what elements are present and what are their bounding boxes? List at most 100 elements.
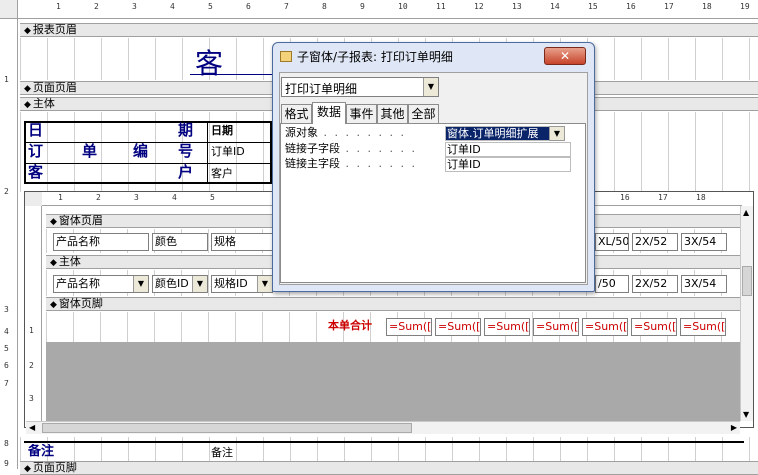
- subform-horizontal-scrollbar[interactable]: ◀ ▶: [26, 421, 740, 434]
- tab-all[interactable]: 全部: [408, 104, 439, 123]
- dropdown-arrow-icon[interactable]: ▼: [549, 126, 565, 141]
- label-ri[interactable]: 日: [26, 122, 43, 138]
- detail-field-xl[interactable]: /50: [595, 275, 629, 293]
- object-selector[interactable]: 打印订单明细 ▼: [281, 77, 439, 97]
- table-line: [207, 121, 208, 184]
- dropdown-arrow-icon[interactable]: ▼: [133, 276, 148, 292]
- label-bian[interactable]: 编: [131, 143, 148, 159]
- sum-field-3[interactable]: =Sum([M: [484, 318, 530, 336]
- ruler-mark: 5: [208, 2, 213, 11]
- chevron-down-icon[interactable]: ▼: [423, 78, 438, 96]
- ruler-mark: 18: [696, 193, 706, 202]
- ruler-mark: 3: [132, 2, 137, 11]
- footer-total-label[interactable]: 本单合计: [326, 318, 372, 334]
- page-footer-bar[interactable]: ◆ 页面页脚: [20, 461, 758, 475]
- notes-line: [24, 441, 744, 443]
- ruler-mark: 12: [474, 2, 484, 11]
- ruler-mark: 2: [96, 193, 101, 202]
- tab-other[interactable]: 其他: [377, 104, 408, 123]
- left-ruler: 123456789: [0, 19, 18, 469]
- sum-field-6[interactable]: =Sum([2: [631, 318, 677, 336]
- header-label-xl[interactable]: XL/50: [595, 233, 629, 251]
- customer-field[interactable]: 客户: [209, 166, 233, 182]
- ruler-mark: 3: [134, 193, 139, 202]
- label-qi[interactable]: 期: [176, 122, 193, 138]
- scroll-thumb[interactable]: [42, 423, 412, 433]
- ruler-mark: 10: [398, 2, 408, 11]
- sum-field-7[interactable]: =Sum([3: [680, 318, 726, 336]
- dropdown-arrow-icon[interactable]: ▼: [257, 276, 272, 292]
- ruler-mark: 13: [512, 2, 522, 11]
- detail-field-color[interactable]: 颜色ID ▼: [152, 275, 208, 293]
- ruler-mark: 4: [172, 193, 177, 202]
- tab-format[interactable]: 格式: [281, 104, 312, 123]
- ruler-mark: 17: [664, 2, 674, 11]
- header-label-2x[interactable]: 2X/52: [632, 233, 678, 251]
- scroll-left-icon[interactable]: ◀: [29, 423, 35, 432]
- sum-field-2[interactable]: =Sum([S: [435, 318, 481, 336]
- section-arrow-icon: ◆: [24, 84, 31, 94]
- header-label-size[interactable]: 规格: [211, 233, 273, 251]
- detail-field-size[interactable]: 规格ID ▼: [211, 275, 273, 293]
- header-label-3x[interactable]: 3X/54: [681, 233, 727, 251]
- prop-row-link-child[interactable]: 链接子字段 . . . . . . .: [285, 142, 417, 157]
- scroll-right-icon[interactable]: ▶: [731, 423, 737, 432]
- ruler-mark: 17: [658, 193, 668, 202]
- report-header-title[interactable]: 客: [195, 42, 223, 82]
- close-icon[interactable]: ✕: [544, 47, 586, 65]
- ruler-mark: 16: [626, 2, 636, 11]
- scroll-up-icon[interactable]: ▲: [743, 208, 749, 217]
- table-line: [24, 163, 272, 164]
- detail-field-3x[interactable]: 3X/54: [681, 275, 727, 293]
- ruler-mark: 11: [436, 2, 446, 11]
- section-arrow-icon: ◆: [24, 26, 31, 36]
- ruler-mark: 5: [210, 193, 215, 202]
- scroll-thumb[interactable]: [742, 266, 752, 296]
- sum-field-4[interactable]: =Sum([L: [533, 318, 579, 336]
- ruler-mark: 16: [620, 193, 630, 202]
- prop-row-link-master[interactable]: 链接主字段 . . . . . . .: [285, 157, 417, 172]
- source-object-value[interactable]: 窗体.订单明细扩展: [445, 126, 555, 141]
- subform-left-ruler: 123: [25, 206, 42, 421]
- date-field[interactable]: 日期: [209, 123, 233, 139]
- link-child-value[interactable]: 订单ID: [445, 142, 571, 157]
- section-arrow-icon: ◆: [24, 100, 31, 110]
- detail-field-2x[interactable]: 2X/52: [632, 275, 678, 293]
- ruler-mark: 18: [702, 2, 712, 11]
- ruler-mark: 4: [170, 2, 175, 11]
- order-id-field[interactable]: 订单ID: [209, 144, 245, 160]
- label-dan[interactable]: 单: [80, 143, 97, 159]
- notes-field[interactable]: 备注: [209, 445, 233, 461]
- prop-row-source-object[interactable]: 源对象 . . . . . . . .: [285, 126, 406, 141]
- sum-field-1[interactable]: =Sum([手: [386, 318, 432, 336]
- link-master-value[interactable]: 订单ID: [445, 157, 571, 172]
- section-arrow-icon: ◆: [50, 217, 57, 227]
- property-list: 源对象 . . . . . . . . 窗体.订单明细扩展 ▼ 链接子字段 . …: [280, 123, 586, 283]
- tab-event[interactable]: 事件: [346, 104, 377, 123]
- label-hao[interactable]: 号: [176, 143, 193, 159]
- ruler-mark: 1: [58, 193, 63, 202]
- detail-field-product[interactable]: 产品名称 ▼: [53, 275, 149, 293]
- scroll-down-icon[interactable]: ▼: [743, 410, 749, 419]
- ruler-mark: 9: [360, 2, 365, 11]
- header-label-color[interactable]: 颜色: [152, 233, 208, 251]
- ruler-mark: 1: [56, 2, 61, 11]
- subform-ruler-corner: [25, 192, 42, 206]
- ruler-mark: 19: [740, 2, 750, 11]
- dropdown-arrow-icon[interactable]: ▼: [192, 276, 207, 292]
- report-header-bar[interactable]: ◆ 报表页眉: [20, 23, 758, 37]
- label-ding[interactable]: 订: [26, 143, 43, 159]
- notes-label[interactable]: 备注: [26, 444, 54, 460]
- label-ke[interactable]: 客: [26, 164, 43, 180]
- ruler-mark: 14: [550, 2, 560, 11]
- subform-vertical-scrollbar[interactable]: ▲ ▼: [740, 206, 753, 421]
- section-arrow-icon: ◆: [24, 464, 31, 474]
- tab-data[interactable]: 数据: [312, 102, 346, 124]
- ruler-mark: 7: [284, 2, 289, 11]
- header-label-product[interactable]: 产品名称: [53, 233, 149, 251]
- section-arrow-icon: ◆: [50, 300, 57, 310]
- form-footer-bar[interactable]: ◆ 窗体页脚: [46, 297, 740, 311]
- sum-field-5[interactable]: =Sum([X: [582, 318, 628, 336]
- label-hu[interactable]: 户: [176, 164, 193, 180]
- subform-empty-area: [46, 342, 740, 422]
